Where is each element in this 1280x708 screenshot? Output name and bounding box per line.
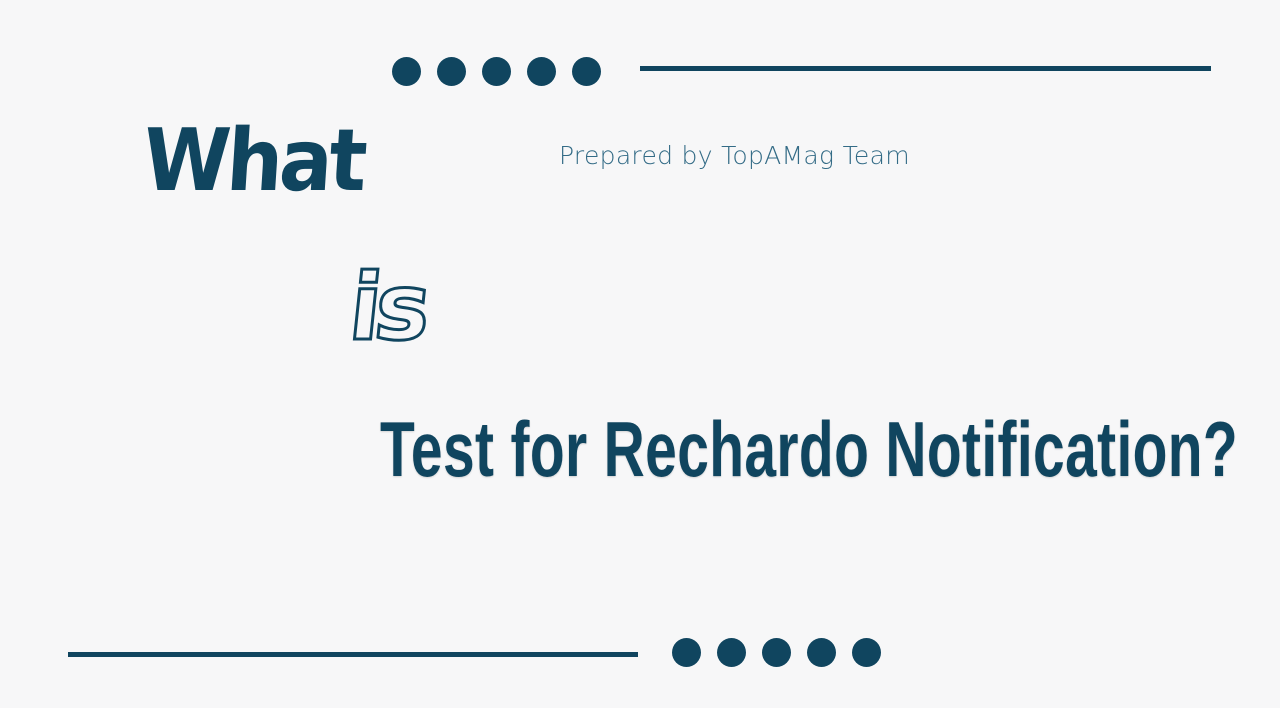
decorative-dot	[852, 638, 881, 667]
decorative-dot	[437, 57, 466, 86]
decorative-dot	[717, 638, 746, 667]
decorative-dot	[672, 638, 701, 667]
byline: Prepared by TopAMag Team	[559, 141, 910, 170]
headline: Test for Rechardo Notification?	[380, 405, 1239, 493]
top-divider-line	[640, 66, 1211, 71]
decorative-dot	[762, 638, 791, 667]
title-word-is: is	[343, 253, 432, 363]
decorative-dot	[392, 57, 421, 86]
decorative-dot	[527, 57, 556, 86]
decorative-dot	[482, 57, 511, 86]
decorative-dot	[807, 638, 836, 667]
decorative-dot	[572, 57, 601, 86]
bottom-divider-line	[68, 652, 638, 657]
title-word-what: What	[140, 111, 367, 211]
